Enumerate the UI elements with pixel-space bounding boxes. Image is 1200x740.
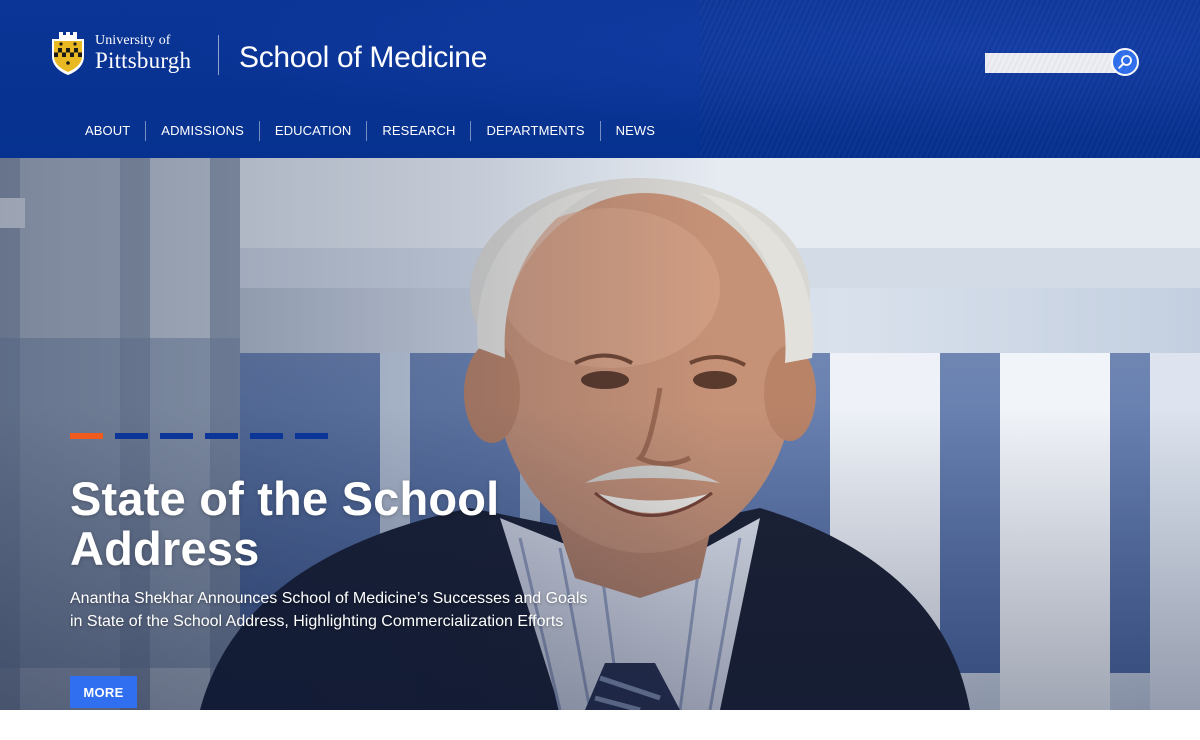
more-button[interactable]: MORE: [70, 676, 137, 708]
pitt-crest-logo: [52, 32, 84, 75]
hero-carousel: State of the School Address Anantha Shek…: [0, 158, 1200, 710]
nav-item-admissions[interactable]: ADMISSIONS: [145, 121, 259, 141]
nav-item-research[interactable]: RESEARCH: [366, 121, 470, 141]
nav-item-education[interactable]: EDUCATION: [258, 121, 367, 141]
search-form: [985, 48, 1140, 76]
site-header: University of Pittsburgh School of Medic…: [0, 0, 1200, 158]
page-content-start: [0, 710, 1200, 740]
main-nav: ABOUT ADMISSIONS EDUCATION RESEARCH DEPA…: [70, 121, 670, 141]
carousel-dot-3[interactable]: [160, 433, 193, 439]
university-wordmark-line1: University of: [95, 33, 171, 48]
school-name-link[interactable]: School of Medicine: [239, 41, 487, 75]
university-wordmark-line2: Pittsburgh: [95, 48, 192, 73]
nav-item-about[interactable]: ABOUT: [70, 121, 145, 141]
carousel-dot-6[interactable]: [295, 433, 328, 439]
nav-item-news[interactable]: NEWS: [599, 121, 670, 141]
carousel-dot-4[interactable]: [205, 433, 238, 439]
search-input[interactable]: [985, 53, 1120, 73]
hero-title: State of the School Address: [70, 472, 500, 575]
university-logo-link[interactable]: University of Pittsburgh: [50, 30, 191, 76]
carousel-dot-1[interactable]: [70, 433, 103, 439]
university-wordmark: University of Pittsburgh: [95, 33, 192, 73]
search-button[interactable]: [1111, 48, 1139, 76]
hero-subtitle: Anantha Shekhar Announces School of Medi…: [70, 590, 588, 630]
nav-item-departments[interactable]: DEPARTMENTS: [470, 121, 599, 141]
carousel-dot-5[interactable]: [250, 433, 283, 439]
carousel-dot-2[interactable]: [115, 433, 148, 439]
carousel-indicators: [70, 433, 328, 439]
search-icon: [1118, 55, 1132, 69]
brand-divider: [218, 35, 219, 75]
